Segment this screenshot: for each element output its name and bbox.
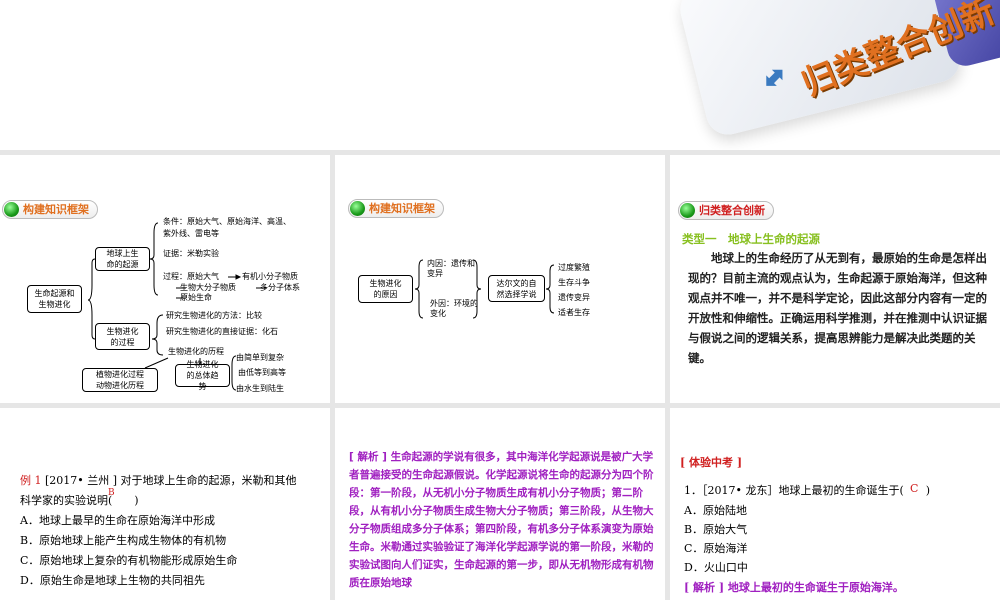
example-source: [2017• 兰州 ] 对于地球上生命的起源，米勒和其他 bbox=[45, 474, 297, 487]
exam-stem: 1．［2017• 龙东］地球上最初的生命诞生于( ) bbox=[684, 484, 931, 497]
option-b[interactable]: B．原始大气 bbox=[684, 521, 747, 537]
trend-1: 由简单到复杂 bbox=[236, 353, 284, 362]
option-a[interactable]: A．地球上最早的生命在原始海洋中形成 bbox=[20, 512, 215, 528]
exam-question: 1．［2017• 龙东］地球上最初的生命诞生于( ) C bbox=[684, 482, 930, 498]
exam-panel: [ 体验中考 ] 1．［2017• 龙东］地球上最初的生命诞生于( ) C A．原… bbox=[670, 408, 1000, 600]
example-label: 例 1 bbox=[20, 474, 42, 487]
process-step-2: 有机小分子物质 bbox=[242, 272, 298, 281]
node-trend: 生物进化的总体趋势 bbox=[175, 360, 230, 391]
example-stem: 科学家的实验说明( ) bbox=[20, 494, 139, 507]
node-root: 生命起源和生物进化 bbox=[27, 285, 82, 313]
node-plants-animals: 植物进化过程动物进化历程 bbox=[82, 368, 158, 392]
option-d[interactable]: D．原始生命是地球上生物的共同祖先 bbox=[20, 572, 205, 588]
type-description: 地球上的生命经历了从无到有，最原始的生命是怎样出现的？目前主流的观点认为，生命起… bbox=[688, 251, 987, 365]
evidence-text: 证据：米勒实验 bbox=[163, 249, 219, 258]
example-answer: B bbox=[108, 488, 115, 498]
example-panel: 例 1 [2017• 兰州 ] 对于地球上生命的起源，米勒和其他 科学家的实验说… bbox=[0, 408, 330, 600]
direct-evidence: 研究生物进化的直接证据：化石 bbox=[166, 327, 278, 336]
conditions-line2: 紫外线、雷电等 bbox=[163, 229, 219, 238]
knowledge-framework-panel-2: 构建知识框架 生物进化的原因 内因：遗传和变异 外因：环境的变化 达尔文的自然选… bbox=[335, 155, 665, 403]
darwin-item-1: 过度繁殖 bbox=[558, 263, 590, 272]
option-c[interactable]: C．原始地球上复杂的有机物能形成原始生命 bbox=[20, 552, 237, 568]
process-step-5: 原始生命 bbox=[180, 293, 212, 302]
option-b[interactable]: B．原始地球上能产生构成生物体的有机物 bbox=[20, 532, 226, 548]
darwin-item-4: 适者生存 bbox=[558, 308, 590, 317]
darwin-item-3: 遗传变异 bbox=[558, 293, 590, 302]
research-method: 研究生物进化的方法：比较 bbox=[166, 311, 262, 320]
knowledge-framework-panel-1: 构建知识框架 生命起源和生物进化 地球上生命的起源 生物进化的过程 条件：原始大… bbox=[0, 155, 330, 403]
exam-analysis: [ 解析 ] 地球上最初的生命诞生于原始海洋。 bbox=[684, 581, 904, 594]
option-a[interactable]: A．原始陆地 bbox=[684, 502, 747, 518]
option-c[interactable]: C．原始海洋 bbox=[684, 540, 747, 556]
trend-2: 由低等到高等 bbox=[238, 368, 286, 377]
option-d[interactable]: D．火山口中 bbox=[684, 559, 748, 575]
classification-panel: 归类整合创新 类型一 地球上生命的起源 地球上的生命经历了从无到有，最原始的生命… bbox=[670, 155, 1000, 403]
process-step-1: 过程：原始大气 bbox=[163, 272, 219, 281]
trend-3: 由水生到陆生 bbox=[236, 384, 284, 393]
external-cause: 外因：环境的变化 bbox=[430, 299, 478, 318]
example-question-line2: 科学家的实验说明( ) B bbox=[20, 488, 139, 508]
analysis-panel: [ 解析 ] 生命起源的学说有很多，其中海洋化学起源说是被广大学者普遍接受的生命… bbox=[335, 408, 665, 600]
exam-heading: [ 体验中考 ] bbox=[680, 456, 743, 469]
evolution-history: 生物进化的历程 bbox=[168, 347, 224, 356]
analysis-text: [ 解析 ] 生命起源的学说有很多，其中海洋化学起源说是被广大学者普遍接受的生命… bbox=[349, 451, 654, 589]
node-cause: 生物进化的原因 bbox=[358, 275, 413, 303]
node-origin: 地球上生命的起源 bbox=[95, 247, 150, 271]
node-darwin: 达尔文的自然选择学说 bbox=[488, 275, 545, 302]
process-step-4: 多分子体系 bbox=[260, 283, 300, 292]
node-evolution-process: 生物进化的过程 bbox=[95, 323, 150, 350]
conditions-line1: 条件：原始大气、原始海洋、高温、 bbox=[163, 217, 291, 226]
example-question-line1: 例 1 [2017• 兰州 ] 对于地球上生命的起源，米勒和其他 bbox=[20, 472, 297, 488]
section-badge: 归类整合创新 bbox=[678, 201, 774, 220]
exam-answer: C bbox=[910, 482, 919, 495]
type-heading: 类型一 地球上生命的起源 bbox=[682, 232, 820, 246]
badge-label: 归类整合创新 bbox=[699, 204, 765, 217]
internal-cause: 内因：遗传和变异 bbox=[427, 259, 475, 278]
banner-panel: ⬌ 归类整合创新 bbox=[0, 0, 1000, 150]
green-dot-icon bbox=[680, 203, 695, 218]
process-step-3: 生物大分子物质 bbox=[180, 283, 236, 292]
darwin-item-2: 生存斗争 bbox=[558, 278, 590, 287]
